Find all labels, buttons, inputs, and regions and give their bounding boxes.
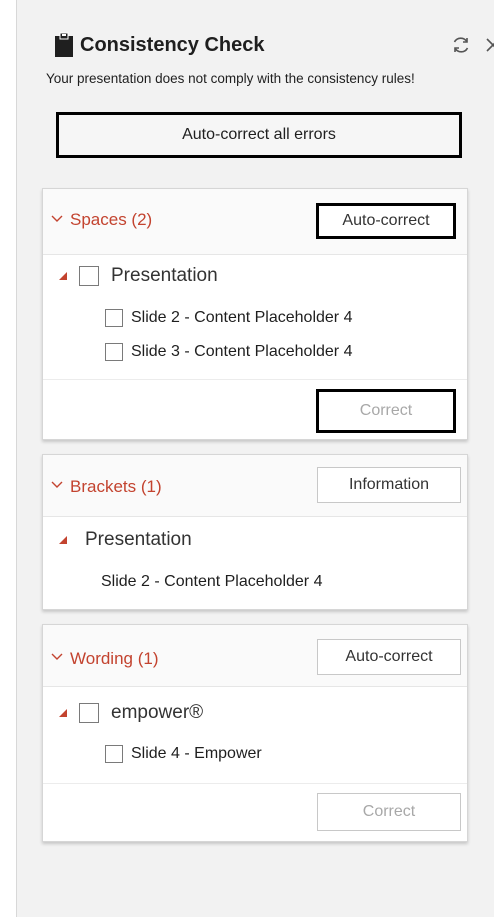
group-label: Brackets (1)	[70, 477, 162, 496]
chevron-down-icon[interactable]	[49, 477, 65, 493]
tree-root: Presentation	[59, 529, 192, 551]
clipboard-icon	[54, 32, 74, 58]
auto-correct-button[interactable]: Auto-correct	[317, 639, 461, 675]
group-label: Spaces (2)	[70, 210, 153, 229]
refresh-icon[interactable]	[450, 30, 472, 60]
group-label: Wording (1)	[70, 649, 159, 668]
item-label: Slide 2 - Content Placeholder 4	[131, 309, 353, 326]
divider	[43, 379, 467, 380]
pane-header: Consistency Check	[54, 30, 494, 66]
tree-root-label: Presentation	[111, 265, 218, 286]
checkbox[interactable]	[105, 309, 123, 327]
wording-group-header[interactable]: Wording (1) Auto-correct	[43, 625, 467, 687]
wording-group: Wording (1) Auto-correct empower® Slide …	[42, 624, 468, 842]
tree-root: empower®	[59, 702, 203, 724]
checkbox[interactable]	[79, 703, 99, 723]
tree-root-label: Presentation	[85, 529, 192, 550]
item-label: Slide 4 - Empower	[131, 745, 262, 762]
pane-title: Consistency Check	[80, 34, 265, 56]
divider	[43, 783, 467, 784]
item-label: Slide 2 - Content Placeholder 4	[101, 573, 323, 590]
information-button[interactable]: Information	[317, 467, 461, 503]
spaces-group: Spaces (2) Auto-correct Presentation Sli…	[42, 188, 468, 440]
chevron-down-icon[interactable]	[49, 211, 65, 227]
chevron-down-icon[interactable]	[49, 649, 65, 665]
tree-root-label: empower®	[111, 702, 204, 723]
item-label: Slide 3 - Content Placeholder 4	[131, 343, 353, 360]
expand-triangle-icon[interactable]	[59, 272, 67, 280]
brackets-group: Brackets (1) Information Presentation Sl…	[42, 454, 468, 610]
list-item: Slide 3 - Content Placeholder 4	[105, 343, 352, 361]
expand-triangle-icon[interactable]	[59, 536, 67, 544]
list-item: Slide 2 - Content Placeholder 4	[101, 573, 322, 591]
list-item: Slide 2 - Content Placeholder 4	[105, 309, 352, 327]
tree-root: Presentation	[59, 265, 218, 287]
list-item: Slide 4 - Empower	[105, 745, 262, 763]
brackets-group-header[interactable]: Brackets (1) Information	[43, 455, 467, 517]
correct-button[interactable]: Correct	[316, 389, 456, 433]
checkbox[interactable]	[79, 266, 99, 286]
close-icon[interactable]	[482, 30, 494, 60]
expand-triangle-icon[interactable]	[59, 709, 67, 717]
auto-correct-button[interactable]: Auto-correct	[316, 203, 456, 239]
warning-message: Your presentation does not comply with t…	[46, 71, 415, 86]
correct-button[interactable]: Correct	[317, 793, 461, 831]
checkbox[interactable]	[105, 343, 123, 361]
spaces-group-header[interactable]: Spaces (2) Auto-correct	[43, 189, 467, 255]
checkbox[interactable]	[105, 745, 123, 763]
auto-correct-all-button[interactable]: Auto-correct all errors	[56, 112, 462, 158]
